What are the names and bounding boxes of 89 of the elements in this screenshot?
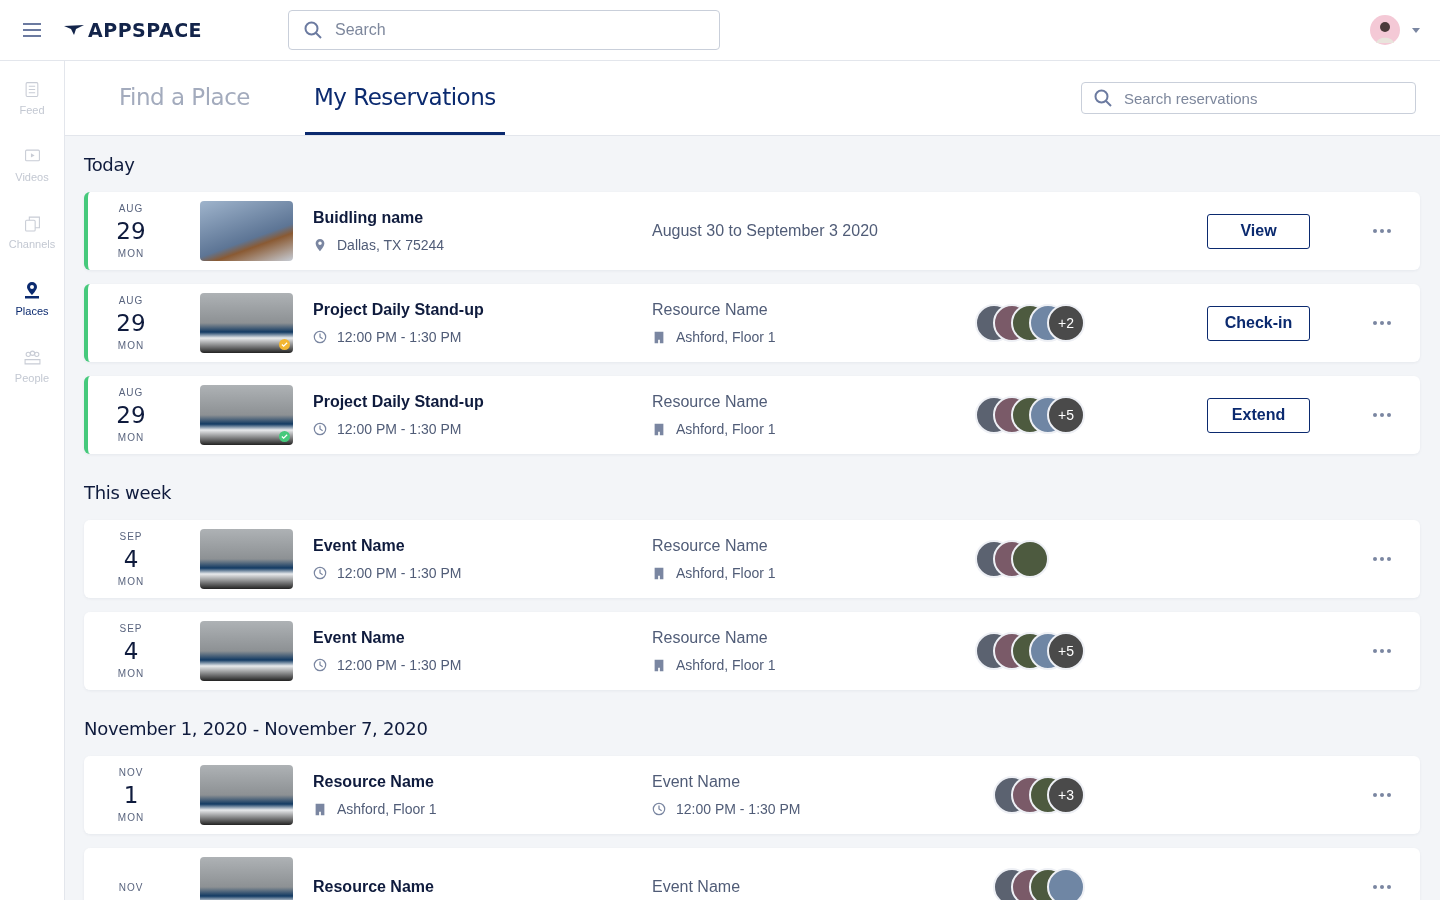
search-field[interactable]: Search — [288, 10, 720, 50]
date-month: SEP — [119, 531, 143, 542]
sidebar-item[interactable]: Places — [1, 282, 63, 331]
location-pin-icon — [313, 238, 327, 252]
clock-icon — [313, 566, 327, 580]
building-icon — [652, 330, 666, 344]
date-month: SEP — [119, 623, 143, 634]
reservation-subinfo: 12:00 PM - 1:30 PM — [676, 801, 801, 817]
reservation-card[interactable]: AUG 29 MON Project Daily Stand-up 12:00 PM - 1:30 PM Resource Name Ashford, Floor 1 +5 Extend — [84, 376, 1420, 454]
reservation-info: Resource Name — [652, 537, 769, 555]
clock-icon — [313, 330, 327, 344]
reservation-info: Resource Name — [652, 301, 769, 319]
user-avatar[interactable] — [1370, 15, 1400, 45]
tab[interactable]: My Reservations — [305, 61, 505, 135]
caret-icon[interactable] — [1412, 27, 1420, 33]
reservation-title: Event Name — [313, 629, 406, 647]
action-button[interactable]: Extend — [1207, 397, 1310, 433]
location-pin-icon — [24, 282, 40, 299]
date-weekday: MON — [117, 432, 145, 443]
date-weekday: MON — [117, 340, 145, 351]
date-day: 29 — [116, 216, 146, 246]
reservation-subinfo: Ashford, Floor 1 — [676, 421, 776, 437]
more-attendees-avatar[interactable]: +3 — [1047, 776, 1085, 814]
reservation-info: Event Name — [652, 878, 742, 896]
building-icon — [652, 422, 666, 436]
reservation-subinfo: Ashford, Floor 1 — [676, 657, 776, 673]
clock-icon — [313, 658, 327, 672]
reservation-card[interactable]: AUG 29 MON Project Daily Stand-up 12:00 PM - 1:30 PM Resource Name Ashford, Floor 1 +2 Check-in — [84, 284, 1420, 362]
menu-icon[interactable] — [22, 22, 42, 38]
date-day: 1 — [123, 780, 139, 810]
reservation-detail: Dallas, TX 75244 — [337, 237, 445, 253]
reservation-detail: 12:00 PM - 1:30 PM — [337, 421, 462, 437]
reservation-card[interactable]: SEP 4 MON Event Name 12:00 PM - 1:30 PM Resource Name Ashford, Floor 1 +5 — [84, 612, 1420, 690]
section-heading: Today — [84, 154, 136, 175]
reservation-card[interactable]: AUG 29 MON Buidling name Dallas, TX 75244 August 30 to September 3 2020 View — [84, 192, 1420, 270]
date-month: NOV — [118, 767, 144, 778]
attendee-avatar — [1047, 868, 1085, 900]
more-attendees-avatar[interactable]: +5 — [1047, 396, 1085, 434]
clock-icon — [652, 802, 666, 816]
more-attendees-avatar[interactable]: +2 — [1047, 304, 1085, 342]
reservation-title: Event Name — [313, 537, 406, 555]
reservation-info: Resource Name — [652, 393, 769, 411]
reservation-info: August 30 to September 3 2020 — [652, 222, 879, 240]
action-button[interactable]: Check-in — [1207, 305, 1310, 341]
date-weekday: MON — [117, 248, 145, 259]
date-weekday: MON — [117, 812, 145, 823]
date-day: 29 — [116, 400, 146, 430]
date-day: 29 — [116, 308, 146, 338]
reservation-detail: 12:00 PM - 1:30 PM — [337, 329, 462, 345]
date-day: 4 — [123, 544, 139, 574]
section-heading: November 1, 2020 - November 7, 2020 — [84, 718, 429, 739]
date-day: 4 — [123, 636, 139, 666]
reservation-title: Project Daily Stand-up — [313, 301, 485, 319]
section-heading: This week — [84, 482, 173, 503]
reservation-title: Resource Name — [313, 878, 435, 896]
reservation-detail: 12:00 PM - 1:30 PM — [337, 657, 462, 673]
date-weekday: MON — [117, 576, 145, 587]
reservation-card[interactable]: NOV Resource Name Event Name — [84, 848, 1420, 900]
search-icon — [304, 21, 322, 39]
reservation-detail: Ashford, Floor 1 — [337, 801, 437, 817]
search-icon — [1094, 89, 1112, 107]
channels-icon — [23, 215, 41, 232]
reservation-card[interactable]: SEP 4 MON Event Name 12:00 PM - 1:30 PM Resource Name Ashford, Floor 1 — [84, 520, 1420, 598]
reservation-title: Project Daily Stand-up — [313, 393, 485, 411]
reservation-detail: 12:00 PM - 1:30 PM — [337, 565, 462, 581]
clock-icon — [313, 422, 327, 436]
date-month: AUG — [118, 387, 144, 398]
reservation-search-field[interactable]: Search reservations — [1081, 82, 1416, 114]
reservation-card[interactable]: NOV 1 MON Resource Name Ashford, Floor 1 Event Name 12:00 PM - 1:30 PM +3 — [84, 756, 1420, 834]
reservation-info: Event Name — [652, 773, 742, 791]
date-weekday: MON — [117, 668, 145, 679]
building-icon — [313, 802, 327, 816]
logo-swoosh-icon — [64, 24, 84, 36]
people-icon — [23, 349, 41, 366]
reservation-info: Resource Name — [652, 629, 769, 647]
date-month: AUG — [118, 203, 144, 214]
reservation-subinfo: Ashford, Floor 1 — [676, 565, 776, 581]
building-icon — [652, 658, 666, 672]
date-month: AUG — [118, 295, 144, 306]
document-icon — [23, 81, 41, 98]
more-attendees-avatar[interactable]: +5 — [1047, 632, 1085, 670]
reservation-subinfo: Ashford, Floor 1 — [676, 329, 776, 345]
reservation-title: Resource Name — [313, 773, 435, 791]
action-button[interactable]: View — [1207, 213, 1310, 249]
building-icon — [652, 566, 666, 580]
reservation-title: Buidling name — [313, 209, 425, 227]
attendee-avatar — [1011, 540, 1049, 578]
logo-text: APPSPACE — [88, 19, 203, 41]
date-month: NOV — [118, 881, 144, 893]
